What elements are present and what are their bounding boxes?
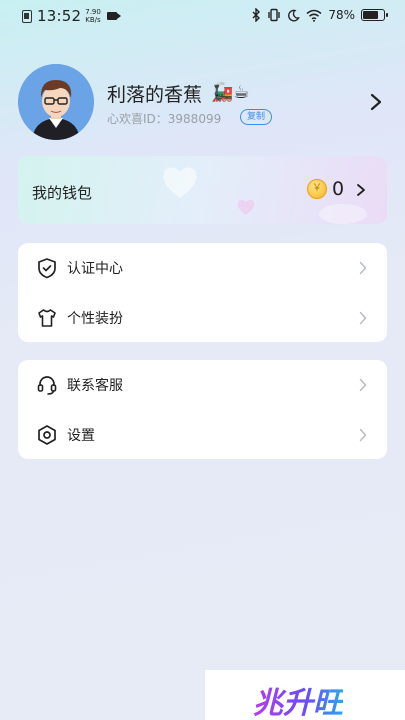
decorative-blob: [319, 204, 367, 224]
copy-id-button[interactable]: 复制: [240, 109, 273, 125]
chevron-right-icon: [359, 311, 367, 325]
menu-item-certification[interactable]: 认证中心: [18, 243, 387, 292]
hexagon-gear-icon: [38, 425, 56, 445]
avatar[interactable]: [18, 64, 94, 140]
battery-icon: [361, 9, 388, 21]
wifi-icon: [306, 9, 322, 22]
user-id: 心欢喜ID：3988099: [107, 112, 222, 126]
profile-chevron-right-icon[interactable]: [368, 92, 384, 112]
wallet-chevron-right-icon: [357, 184, 365, 196]
watermark-logo: 兆升旺: [205, 670, 405, 720]
network-speed: 7.90 KB/s: [85, 8, 101, 24]
profile-header[interactable]: 利落的香蕉 🚂☕ 心欢喜ID：3988099 复制: [18, 64, 388, 140]
shield-check-icon: [38, 258, 56, 279]
wallet-card[interactable]: 我的钱包 ￥ 0: [18, 156, 387, 224]
watermark-text: 兆升旺: [253, 678, 343, 720]
status-bar-left: 13:52 7.90 KB/s: [22, 7, 121, 25]
bluetooth-icon: [252, 8, 261, 22]
screen-record-icon: [106, 12, 121, 20]
tshirt-icon: [38, 309, 56, 327]
menu-item-customer-service[interactable]: 联系客服: [18, 360, 387, 409]
avatar-cartoon-man: [18, 64, 94, 140]
menu-item-personal-dressup[interactable]: 个性装扮: [18, 293, 387, 342]
menu-card-account: 认证中心 个性装扮: [18, 243, 387, 342]
network-speed-value: 7.90: [85, 8, 101, 16]
decorative-heart-icon: [237, 199, 255, 215]
chevron-right-icon: [359, 261, 367, 275]
username-emoji: 🚂☕: [211, 82, 250, 103]
menu-item-label: 联系客服: [67, 378, 123, 394]
do-not-disturb-moon-icon: [288, 9, 301, 21]
status-bar-right: 78%: [252, 8, 388, 22]
chevron-right-icon: [359, 428, 367, 442]
wallet-balance: 0: [332, 178, 345, 200]
decorative-heart-icon: [163, 167, 197, 198]
sim-card-icon: [22, 9, 32, 23]
vibrate-icon: [268, 8, 281, 22]
menu-item-label: 认证中心: [67, 261, 123, 277]
menu-item-label: 设置: [67, 428, 95, 444]
battery-percentage: 78%: [328, 8, 355, 22]
chevron-right-icon: [359, 378, 367, 392]
coin-icon: ￥: [307, 179, 327, 199]
menu-item-label: 个性装扮: [67, 311, 123, 327]
username: 利落的香蕉: [107, 84, 203, 106]
status-time: 13:52: [37, 7, 82, 25]
battery-fill: [363, 11, 379, 19]
menu-card-support: 联系客服 设置: [18, 360, 387, 459]
network-speed-unit: KB/s: [85, 16, 101, 24]
wallet-title: 我的钱包: [32, 184, 93, 202]
menu-item-settings[interactable]: 设置: [18, 410, 387, 459]
headset-icon: [37, 376, 57, 395]
status-bar: 13:52 7.90 KB/s 78%: [0, 0, 405, 32]
